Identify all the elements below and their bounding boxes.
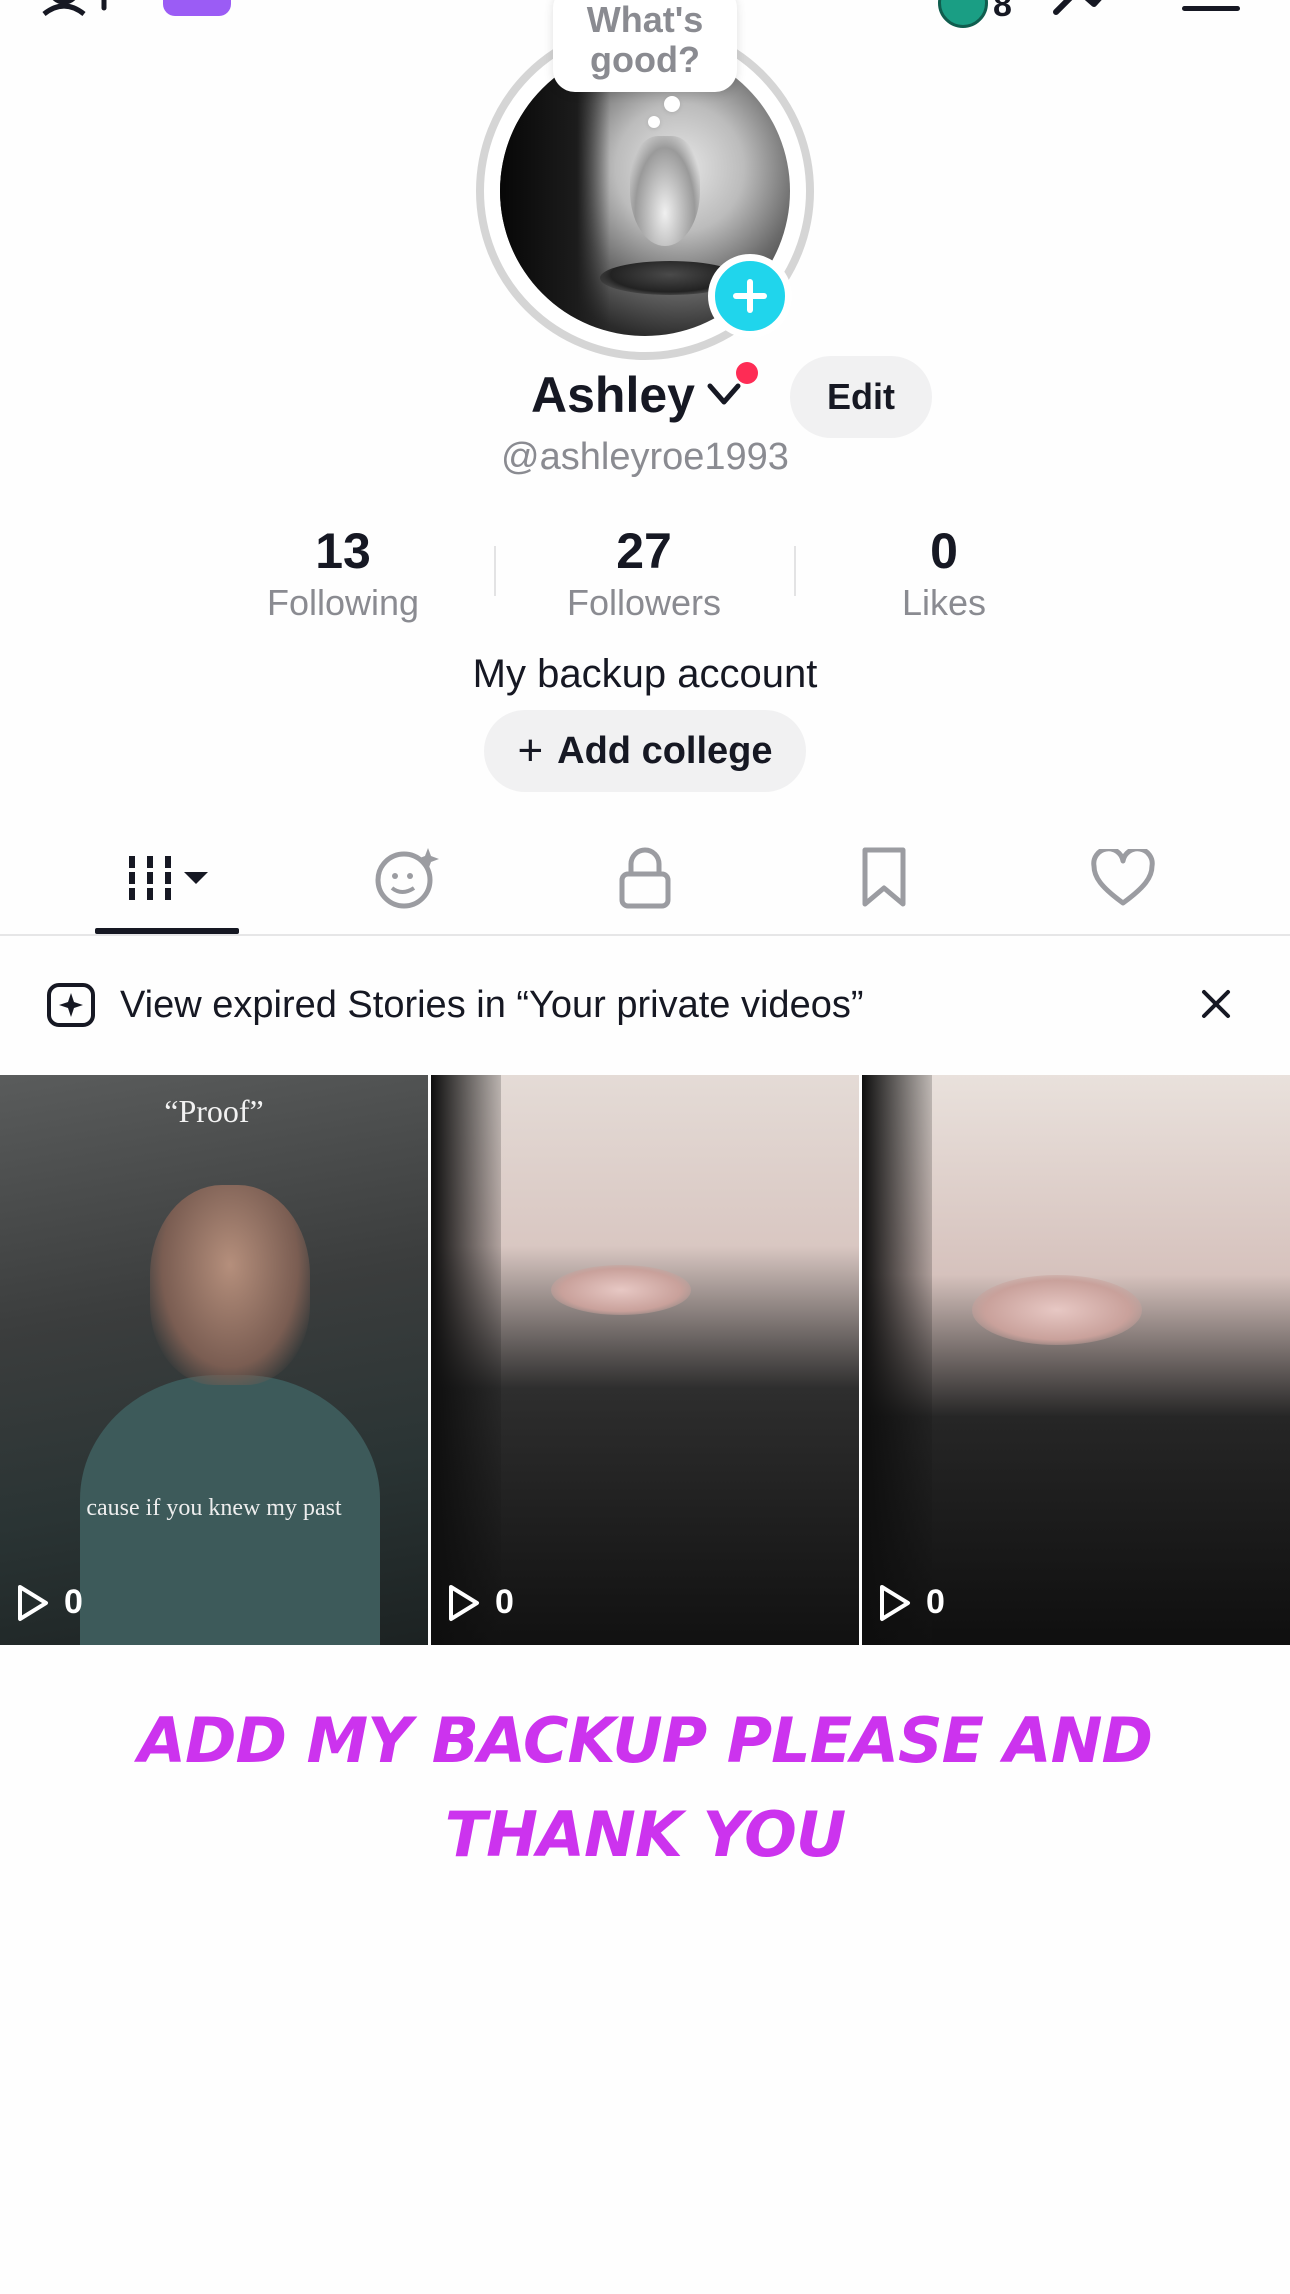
creator-tools-icon[interactable]: [163, 0, 231, 16]
banner-line-2: THANK YOU: [444, 1798, 846, 1871]
video-thumbnail-hair: [431, 1075, 501, 1645]
play-icon: [449, 1584, 479, 1621]
video-grid: “Proof” cause if you knew my past 0 0 0: [0, 1075, 1290, 1645]
heart-icon: [1091, 849, 1155, 906]
followers-count: 27: [616, 523, 672, 579]
tab-videos[interactable]: [47, 820, 287, 936]
close-icon[interactable]: [1196, 984, 1236, 1024]
video-caption-bottom: cause if you knew my past: [86, 1495, 342, 1521]
grid-icon: [129, 856, 208, 900]
video-thumbnail-lips: [972, 1275, 1142, 1345]
lock-icon: [619, 847, 671, 909]
video-tile[interactable]: 0: [431, 1075, 859, 1645]
story-sparkle-icon: [47, 983, 95, 1027]
notification-dot: [736, 362, 758, 384]
bookmark-icon: [862, 847, 906, 907]
tab-private[interactable]: [525, 820, 765, 936]
coin-count: 8: [993, 0, 1012, 24]
notice-text: View expired Stories in “Your private vi…: [120, 984, 864, 1026]
analytics-icon[interactable]: [1050, 0, 1120, 22]
followers-label: Followers: [566, 582, 722, 623]
following-count: 13: [315, 523, 371, 579]
video-thumbnail-face: [150, 1185, 310, 1385]
play-icon: [880, 1584, 910, 1621]
play-icon: [18, 1584, 48, 1621]
expired-stories-notice[interactable]: View expired Stories in “Your private vi…: [0, 940, 1290, 1070]
video-tile[interactable]: “Proof” cause if you knew my past 0: [0, 1075, 428, 1645]
video-thumbnail-hair: [862, 1075, 932, 1645]
face-sparkle-icon: [375, 848, 439, 909]
profile-name[interactable]: Ashley: [531, 366, 695, 424]
view-count: 0: [16, 1583, 83, 1622]
stat-divider: [494, 546, 496, 596]
banner-line-1: ADD MY BACKUP PLEASE AND: [138, 1704, 1153, 1777]
active-tab-indicator: [95, 928, 239, 934]
status-bubble-text: What's good?: [586, 0, 704, 80]
status-bubble[interactable]: What's good?: [553, 0, 737, 92]
likes-count: 0: [930, 523, 958, 579]
profile-page: 8 What's good? Ashley Edit @ashleyroe199…: [0, 0, 1290, 2294]
stat-likes[interactable]: 0 Likes: [824, 520, 1064, 624]
add-college-label: Add college: [557, 729, 773, 772]
video-caption-top: “Proof”: [164, 1093, 264, 1129]
chevron-down-icon[interactable]: [706, 376, 742, 412]
stat-following[interactable]: 13 Following: [223, 520, 463, 624]
bubble-tail: [664, 96, 680, 112]
add-college-button[interactable]: + Add college: [484, 710, 806, 792]
tab-favorites[interactable]: [764, 820, 1004, 936]
profile-tabs: [0, 820, 1290, 936]
view-count-value: 0: [926, 1583, 945, 1621]
bio: My backup account: [472, 652, 818, 696]
video-tile[interactable]: 0: [862, 1075, 1290, 1645]
bubble-tail: [648, 116, 660, 128]
view-count: 0: [878, 1583, 945, 1622]
edit-profile-button[interactable]: Edit: [790, 356, 932, 438]
add-story-button[interactable]: [708, 254, 792, 338]
view-count-value: 0: [495, 1583, 514, 1621]
following-label: Following: [266, 582, 420, 623]
coin-icon[interactable]: [938, 0, 988, 28]
view-count: 0: [447, 1583, 514, 1622]
tab-liked[interactable]: [1003, 820, 1243, 936]
stat-followers[interactable]: 27 Followers: [524, 520, 764, 624]
view-count-value: 0: [64, 1583, 83, 1621]
add-friend-icon[interactable]: [40, 0, 120, 24]
username: @ashleyroe1993: [501, 436, 789, 478]
overlay-banner-text: ADD MY BACKUP PLEASE AND THANK YOU: [0, 1694, 1290, 1882]
tab-reposts[interactable]: [287, 820, 527, 936]
plus-icon: +: [517, 726, 544, 775]
menu-icon[interactable]: [1182, 6, 1240, 11]
likes-label: Likes: [901, 582, 987, 623]
stat-divider: [794, 546, 796, 596]
video-thumbnail-lips: [551, 1265, 691, 1315]
